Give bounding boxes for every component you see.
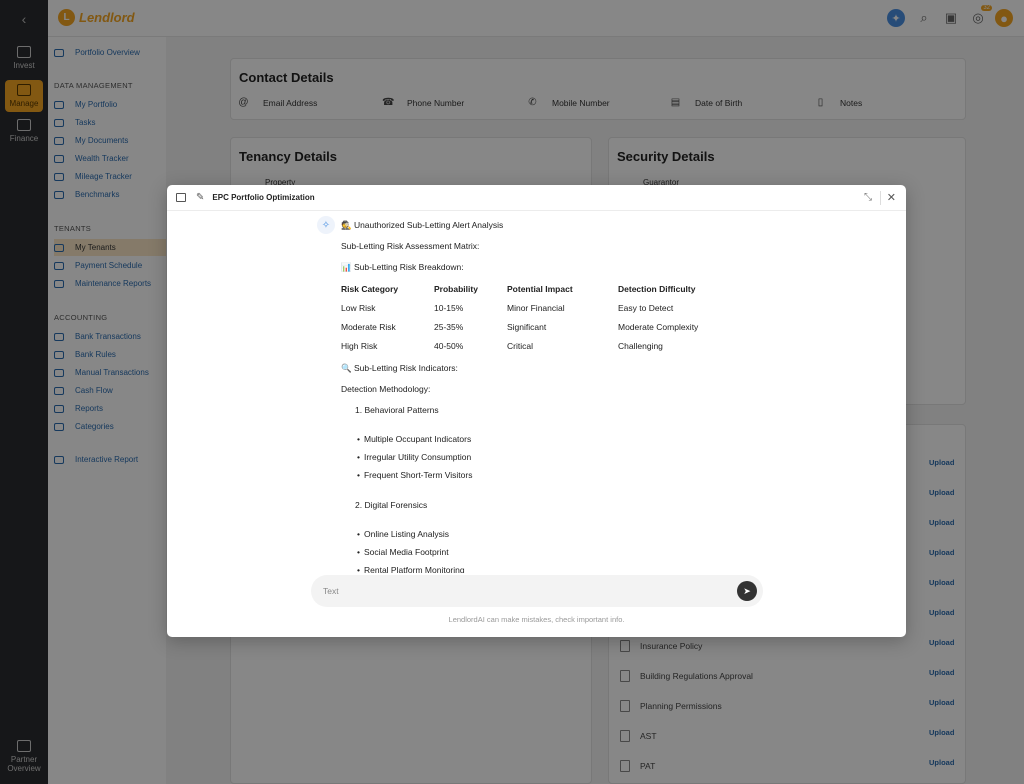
group-title: 2. Digital Forensics xyxy=(355,500,428,510)
chat-composer: ➤ xyxy=(311,575,763,607)
disclaimer-text: LendlordAI can make mistakes, check impo… xyxy=(448,615,625,624)
table-cell: 25-35% xyxy=(434,322,464,332)
breakdown-title: 📊 Sub-Letting Risk Breakdown: xyxy=(341,262,464,272)
table-cell: Critical xyxy=(507,341,533,351)
list-item: Frequent Short-Term Visitors xyxy=(357,470,473,480)
table-header: Potential Impact xyxy=(507,284,573,294)
table-cell: Challenging xyxy=(618,341,663,351)
modal-header: ✎ EPC Portfolio Optimization ⤡ ✕ xyxy=(167,185,906,211)
table-cell: Easy to Detect xyxy=(618,303,674,313)
list-item: Online Listing Analysis xyxy=(357,529,449,539)
table-cell: 40-50% xyxy=(434,341,464,351)
table-cell: Significant xyxy=(507,322,547,332)
indicators-title: 🔍 Sub-Letting Risk Indicators: xyxy=(341,363,458,373)
ai-sparkle-icon: ✧ xyxy=(317,216,335,234)
minimize-icon[interactable]: ⤡ xyxy=(864,192,872,203)
message-subheading: Sub-Letting Risk Assessment Matrix: xyxy=(341,241,480,251)
send-icon[interactable]: ➤ xyxy=(737,581,757,601)
chat-input[interactable] xyxy=(323,584,703,598)
group-title: 1. Behavioral Patterns xyxy=(355,405,439,415)
table-header: Probability xyxy=(434,284,478,294)
table-cell: Moderate Complexity xyxy=(618,322,699,332)
list-item: Multiple Occupant Indicators xyxy=(357,434,471,444)
table-cell: Moderate Risk xyxy=(341,322,396,332)
list-item: Social Media Footprint xyxy=(357,547,449,557)
modal-title: EPC Portfolio Optimization xyxy=(212,193,315,202)
methodology-title: Detection Methodology: xyxy=(341,384,431,394)
list-item: Irregular Utility Consumption xyxy=(357,452,471,462)
sidebar-toggle-icon[interactable] xyxy=(176,193,186,202)
edit-icon[interactable]: ✎ xyxy=(196,192,204,203)
ai-chat-modal: ✎ EPC Portfolio Optimization ⤡ ✕ ✧ 🕵️ Un… xyxy=(167,185,906,637)
table-header: Detection Difficulty xyxy=(618,284,696,294)
message-heading: 🕵️ Unauthorized Sub-Letting Alert Analys… xyxy=(341,220,504,230)
table-cell: High Risk xyxy=(341,341,378,351)
divider xyxy=(880,191,881,205)
list-item: Rental Platform Monitoring xyxy=(357,565,465,573)
close-icon[interactable]: ✕ xyxy=(887,191,896,204)
chat-message: ✧ 🕵️ Unauthorized Sub-Letting Alert Anal… xyxy=(317,213,747,573)
table-cell: Minor Financial xyxy=(507,303,565,313)
table-cell: 10-15% xyxy=(434,303,464,313)
table-cell: Low Risk xyxy=(341,303,376,313)
table-header: Risk Category xyxy=(341,284,399,294)
